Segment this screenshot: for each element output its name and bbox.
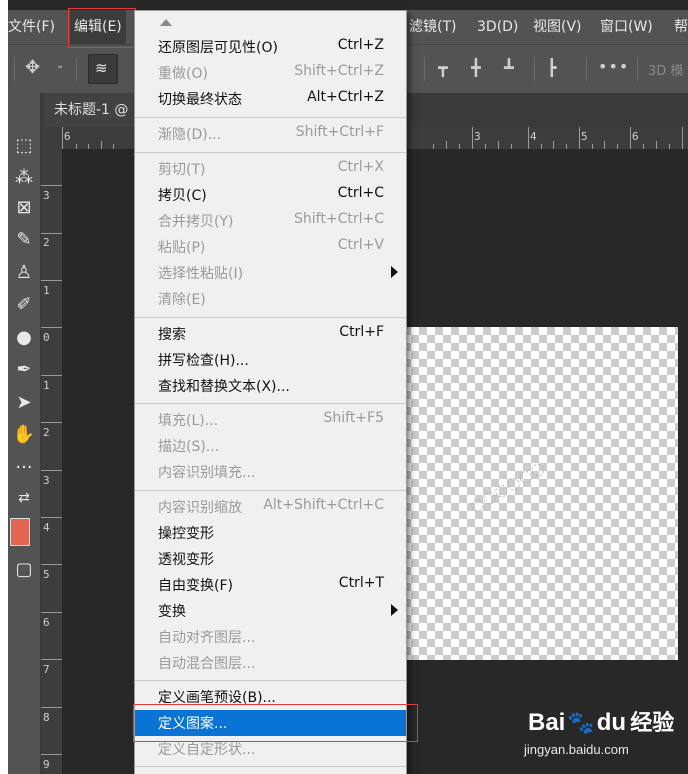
quick-mask-icon[interactable]: ▢: [8, 555, 40, 585]
baidu-jingyan-url: jingyan.baidu.com: [524, 742, 629, 757]
options-divider: [14, 57, 15, 81]
menu-item-undo-visibility[interactable]: 还原图层可见性(O) Ctrl+Z: [135, 34, 406, 60]
ruler-number: 3: [474, 130, 481, 143]
menu-item-perspective-warp[interactable]: 透视变形: [135, 546, 406, 572]
ruler-number: 6: [632, 130, 639, 143]
menu-item-paste-special[interactable]: 选择性粘贴(I): [135, 260, 406, 286]
menu-item-transform[interactable]: 变换: [135, 598, 406, 624]
align-top-icon[interactable]: ┳: [438, 58, 448, 77]
crop-frame-icon[interactable]: ⊠: [8, 193, 40, 223]
menu-item-cut[interactable]: 剪切(T) Ctrl+X: [135, 156, 406, 182]
document-canvas[interactable]: ◌◌◌◌◌◌: [395, 327, 678, 660]
menu-filter[interactable]: 滤镜(T): [409, 10, 456, 44]
ruler-number: 0: [43, 331, 50, 344]
menu-item-toggle-last-state[interactable]: 切换最终状态 Alt+Ctrl+Z: [135, 86, 406, 112]
options-divider: [586, 57, 587, 81]
align-bottom-icon[interactable]: ┻: [504, 58, 514, 77]
chevron-down-icon[interactable]: ⌄: [56, 60, 64, 71]
ruler-number: 6: [43, 616, 50, 629]
ruler-number: 1: [43, 379, 50, 392]
hand-icon[interactable]: ✋: [8, 420, 40, 450]
submenu-arrow-icon: [391, 604, 398, 616]
document-tab[interactable]: 未标题-1 @: [44, 93, 139, 127]
healing-brush-icon[interactable]: ✎: [8, 225, 40, 255]
menu-item-copy-merged[interactable]: 合并拷贝(Y) Shift+Ctrl+C: [135, 208, 406, 234]
submenu-arrow-icon: [391, 266, 398, 278]
menu-separator: [135, 490, 406, 491]
blur-drop-icon[interactable]: ●: [8, 323, 40, 353]
path-select-icon[interactable]: ➤: [8, 388, 40, 418]
menu-separator: [135, 317, 406, 318]
align-left-icon[interactable]: ┣: [547, 58, 557, 77]
menu-item-content-aware-fill[interactable]: 内容识别填充...: [135, 459, 406, 485]
ruler-number: 6: [64, 130, 71, 143]
align-vcenter-icon[interactable]: ╋: [471, 58, 481, 77]
ruler-number: 2: [43, 426, 50, 439]
options-divider: [76, 57, 77, 81]
3d-mode-label: 3D 模: [648, 64, 684, 79]
ruler-number: 5: [581, 130, 588, 143]
ruler-number: 4: [530, 130, 537, 143]
pen-icon[interactable]: ✒: [8, 355, 40, 385]
ruler-number: 7: [43, 663, 50, 676]
menu-item-stroke[interactable]: 描边(S)...: [135, 433, 406, 459]
more-tools-icon[interactable]: ···: [8, 453, 40, 483]
ruler-number: 3: [43, 189, 50, 202]
photoshop-window: 文件(F) 编辑(E) 滤镜(T) 3D(D) 视图(V) 窗口(W) 帮 ✥ …: [0, 0, 688, 774]
menu-item-find-replace[interactable]: 查找和替换文本(X)...: [135, 373, 406, 399]
screenshot-white-margin: [0, 0, 8, 774]
menu-window[interactable]: 窗口(W): [600, 10, 653, 44]
ruler-number: 2: [43, 236, 50, 249]
ruler-number: 5: [43, 568, 50, 581]
vertical-ruler: 3 2 1 0 1 2 3 4 5 6 7 8 9: [40, 149, 63, 774]
more-options-icon[interactable]: •••: [598, 57, 629, 76]
menu-item-paste[interactable]: 粘贴(P) Ctrl+V: [135, 234, 406, 260]
menu-file[interactable]: 文件(F): [8, 10, 55, 44]
menu-separator: [135, 403, 406, 404]
tools-panel: ⬚ ⁂ ⊠ ✎ ♙ ✐ ● ✒ ➤ ✋ ··· ⇄ ▢: [8, 93, 41, 774]
edit-menu-highlight-box: [68, 8, 136, 48]
ruler-number: 9: [43, 758, 50, 771]
layer-select-icon[interactable]: ≋: [88, 54, 118, 84]
move-icon[interactable]: ✥: [25, 57, 40, 78]
menu-item-clear[interactable]: 清除(E): [135, 286, 406, 312]
menu-separator: [135, 766, 406, 767]
menu-item-fade[interactable]: 渐隐(D)... Shift+Ctrl+F: [135, 121, 406, 147]
canvas-watermark: ◌◌◌◌◌◌: [465, 457, 548, 516]
scroll-up-icon[interactable]: [160, 19, 172, 26]
baidu-paw-icon: 🐾: [567, 710, 595, 735]
menu-separator: [135, 680, 406, 681]
menu-item-auto-align-layers[interactable]: 自动对齐图层...: [135, 624, 406, 650]
menu-item-puppet-warp[interactable]: 操控变形: [135, 520, 406, 546]
options-divider: [424, 57, 425, 81]
menu-help[interactable]: 帮: [674, 10, 688, 44]
marquee-tool-icon[interactable]: ⬚: [8, 131, 40, 161]
baidu-jingyan-watermark: Bai🐾du 经验: [528, 709, 675, 736]
ruler-number: 3: [43, 474, 50, 487]
menu-view[interactable]: 视图(V): [533, 10, 582, 44]
eraser-icon[interactable]: ✐: [8, 290, 40, 320]
menu-separator: [135, 117, 406, 118]
menu-item-content-aware-scale[interactable]: 内容识别缩放 Alt+Shift+Ctrl+C: [135, 494, 406, 520]
options-divider: [637, 57, 638, 81]
define-pattern-highlight-box: [133, 704, 418, 742]
menu-item-spell-check[interactable]: 拼写检查(H)...: [135, 347, 406, 373]
menu-item-free-transform[interactable]: 自由变换(F) Ctrl+T: [135, 572, 406, 598]
menu-item-redo[interactable]: 重做(O) Shift+Ctrl+Z: [135, 60, 406, 86]
menu-item-auto-blend-layers[interactable]: 自动混合图层...: [135, 650, 406, 676]
foreground-color-swatch[interactable]: [10, 518, 30, 546]
menu-item-copy[interactable]: 拷贝(C) Ctrl+C: [135, 182, 406, 208]
edit-dropdown-menu: 还原图层可见性(O) Ctrl+Z 重做(O) Shift+Ctrl+Z 切换最终状…: [134, 10, 407, 774]
options-divider: [534, 57, 535, 81]
menu-item-fill[interactable]: 填充(L)... Shift+F5: [135, 407, 406, 433]
menu-item-search[interactable]: 搜索 Ctrl+F: [135, 321, 406, 347]
ruler-number: 1: [43, 284, 50, 297]
stamp-icon[interactable]: ♙: [8, 258, 40, 288]
swap-colors-icon[interactable]: ⇄: [8, 483, 40, 513]
menu-separator: [135, 152, 406, 153]
magic-wand-icon[interactable]: ⁂: [8, 163, 40, 193]
ruler-number: 8: [43, 711, 50, 724]
ruler-number: 4: [43, 521, 50, 534]
menu-3d[interactable]: 3D(D): [477, 10, 518, 44]
